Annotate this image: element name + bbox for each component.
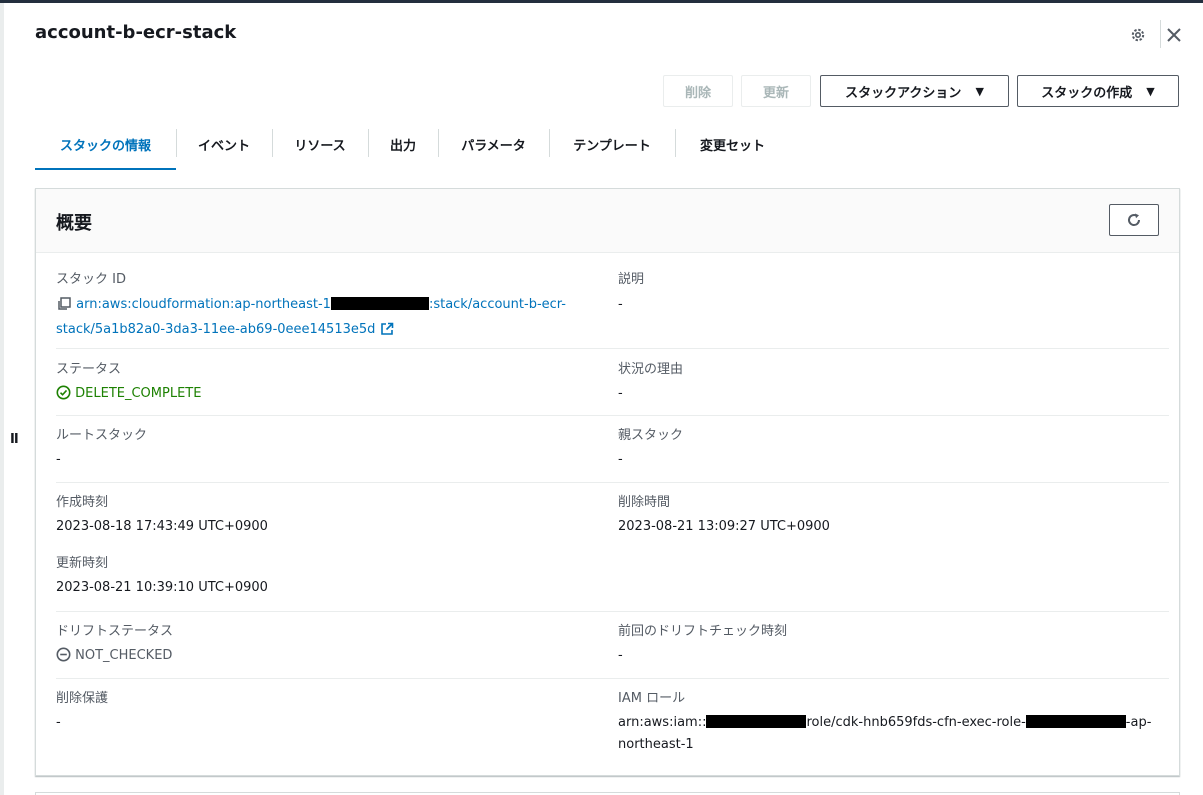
drift-status-value: NOT_CHECKED — [56, 645, 576, 670]
tab-outputs[interactable]: 出力 — [368, 118, 438, 170]
header-divider — [1160, 20, 1161, 48]
redacted-account-id — [330, 297, 429, 310]
redacted-account-id — [1025, 715, 1126, 728]
create-stack-dropdown[interactable]: スタックの作成 ▼ — [1017, 75, 1179, 107]
page-title: account-b-ecr-stack — [35, 22, 237, 43]
refresh-icon — [1128, 213, 1141, 226]
iam-role-label: IAM ロール — [618, 691, 686, 706]
update-button[interactable]: 更新 — [741, 75, 811, 107]
overview-header: 概要 — [36, 189, 1179, 253]
resize-handle[interactable]: II — [10, 432, 19, 447]
description-value: - — [618, 297, 623, 312]
overview-title: 概要 — [56, 213, 92, 234]
overview-panel: 概要 スタック ID arn:aws:cloudformation:ap-nor… — [35, 188, 1180, 776]
copy-icon[interactable] — [56, 297, 72, 319]
drift-status-text: NOT_CHECKED — [75, 648, 173, 663]
iam-role-part3: -ap- — [1125, 715, 1152, 730]
deleted-label: 削除時間 — [618, 495, 671, 510]
iam-role-value: arn:aws:iam:: role/cdk-hnb659fds-cfn-exec… — [618, 712, 1168, 756]
tab-template[interactable]: テンプレート — [549, 118, 675, 170]
updated-label: 更新時刻 — [56, 556, 109, 571]
stack-actions-dropdown[interactable]: スタックアクション ▼ — [820, 75, 1009, 107]
updated-value: 2023-08-21 10:39:10 UTC+0900 — [56, 580, 268, 595]
delete-button[interactable]: 削除 — [663, 75, 733, 107]
deleted-value: 2023-08-21 13:09:27 UTC+0900 — [618, 519, 830, 534]
row-root-stack: ルートスタック - 親スタック - — [56, 415, 1169, 482]
iam-role-part4: northeast-1 — [618, 737, 694, 752]
tab-change-sets[interactable]: 変更セット — [675, 118, 790, 170]
external-link-icon — [380, 322, 394, 344]
tab-events[interactable]: イベント — [176, 118, 272, 170]
row-protection-iam: 削除保護 - IAM ロール arn:aws:iam:: role/cdk-hnb… — [56, 678, 1169, 768]
row-drift: ドリフトステータス NOT_CHECKED 前回のドリフトチェック時刻 - — [56, 611, 1169, 678]
split-panel-edge — [0, 3, 4, 795]
stack-id-part2: :stack/account-b-ecr- — [428, 297, 566, 312]
root-stack-value: - — [56, 452, 61, 467]
gear-icon[interactable] — [1128, 25, 1148, 45]
stack-id-label: スタック ID — [56, 272, 126, 287]
created-value: 2023-08-18 17:43:49 UTC+0900 — [56, 519, 268, 534]
root-stack-label: ルートスタック — [56, 428, 148, 443]
stack-id-part1: arn:aws:cloudformation:ap-northeast-1 — [76, 297, 331, 312]
tab-stack-info[interactable]: スタックの情報 — [35, 118, 176, 170]
caret-down-icon: ▼ — [975, 84, 984, 98]
stack-actions-label: スタックアクション — [845, 85, 962, 101]
tab-bar: スタックの情報 イベント リソース 出力 パラメータ テンプレート 変更セット — [35, 118, 1180, 171]
description-label: 説明 — [618, 272, 645, 287]
row-status: ステータス DELETE_COMPLETE 状況の理由 - — [56, 348, 1169, 415]
created-label: 作成時刻 — [56, 495, 109, 510]
caret-down-icon: ▼ — [1146, 84, 1155, 98]
parent-stack-label: 親スタック — [618, 428, 684, 443]
iam-role-part2: role/cdk-hnb659fds-cfn-exec-role- — [806, 715, 1026, 730]
close-icon[interactable] — [1164, 25, 1184, 45]
parent-stack-value: - — [618, 452, 623, 467]
tab-parameters[interactable]: パラメータ — [438, 118, 549, 170]
stack-id-value[interactable]: arn:aws:cloudformation:ap-northeast-1 :st… — [56, 294, 576, 344]
top-border — [0, 0, 1203, 3]
update-button-label: 更新 — [762, 85, 789, 101]
row-times: 作成時刻 2023-08-18 17:43:49 UTC+0900 更新時刻 2… — [56, 482, 1169, 611]
termination-protection-value: - — [56, 715, 61, 730]
redacted-account-id — [706, 715, 807, 728]
status-reason-label: 状況の理由 — [618, 362, 684, 377]
status-label: ステータス — [56, 362, 122, 377]
row-stack-id: スタック ID arn:aws:cloudformation:ap-northe… — [56, 265, 1169, 348]
tab-resources[interactable]: リソース — [272, 118, 368, 170]
status-text: DELETE_COMPLETE — [75, 386, 202, 401]
stack-id-part3: stack/5a1b82a0-3da3-11ee-ab69-0eee14513e… — [56, 322, 376, 337]
refresh-button[interactable] — [1109, 204, 1159, 236]
iam-role-part1: arn:aws:iam:: — [618, 715, 707, 730]
delete-button-label: 削除 — [684, 85, 711, 101]
status-reason-value: - — [618, 386, 623, 401]
last-drift-label: 前回のドリフトチェック時刻 — [618, 624, 788, 639]
last-drift-value: - — [618, 648, 623, 663]
check-circle-icon — [56, 385, 71, 408]
minus-circle-icon — [56, 647, 71, 670]
create-stack-label: スタックの作成 — [1041, 85, 1133, 101]
termination-protection-label: 削除保護 — [56, 691, 109, 706]
drift-status-label: ドリフトステータス — [56, 624, 174, 639]
status-value: DELETE_COMPLETE — [56, 383, 576, 408]
